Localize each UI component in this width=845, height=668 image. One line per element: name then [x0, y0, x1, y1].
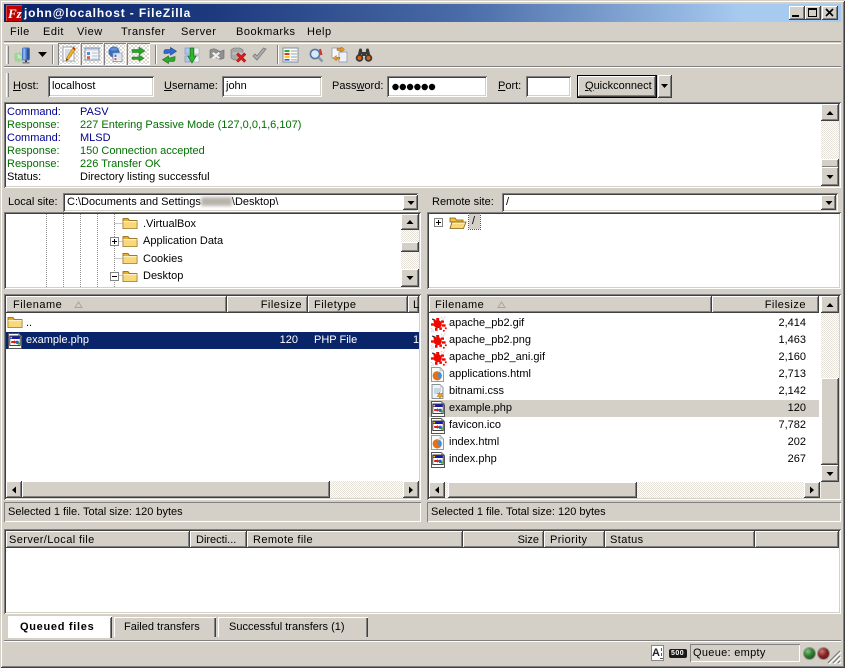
svg-text:Fz: Fz [7, 6, 22, 21]
